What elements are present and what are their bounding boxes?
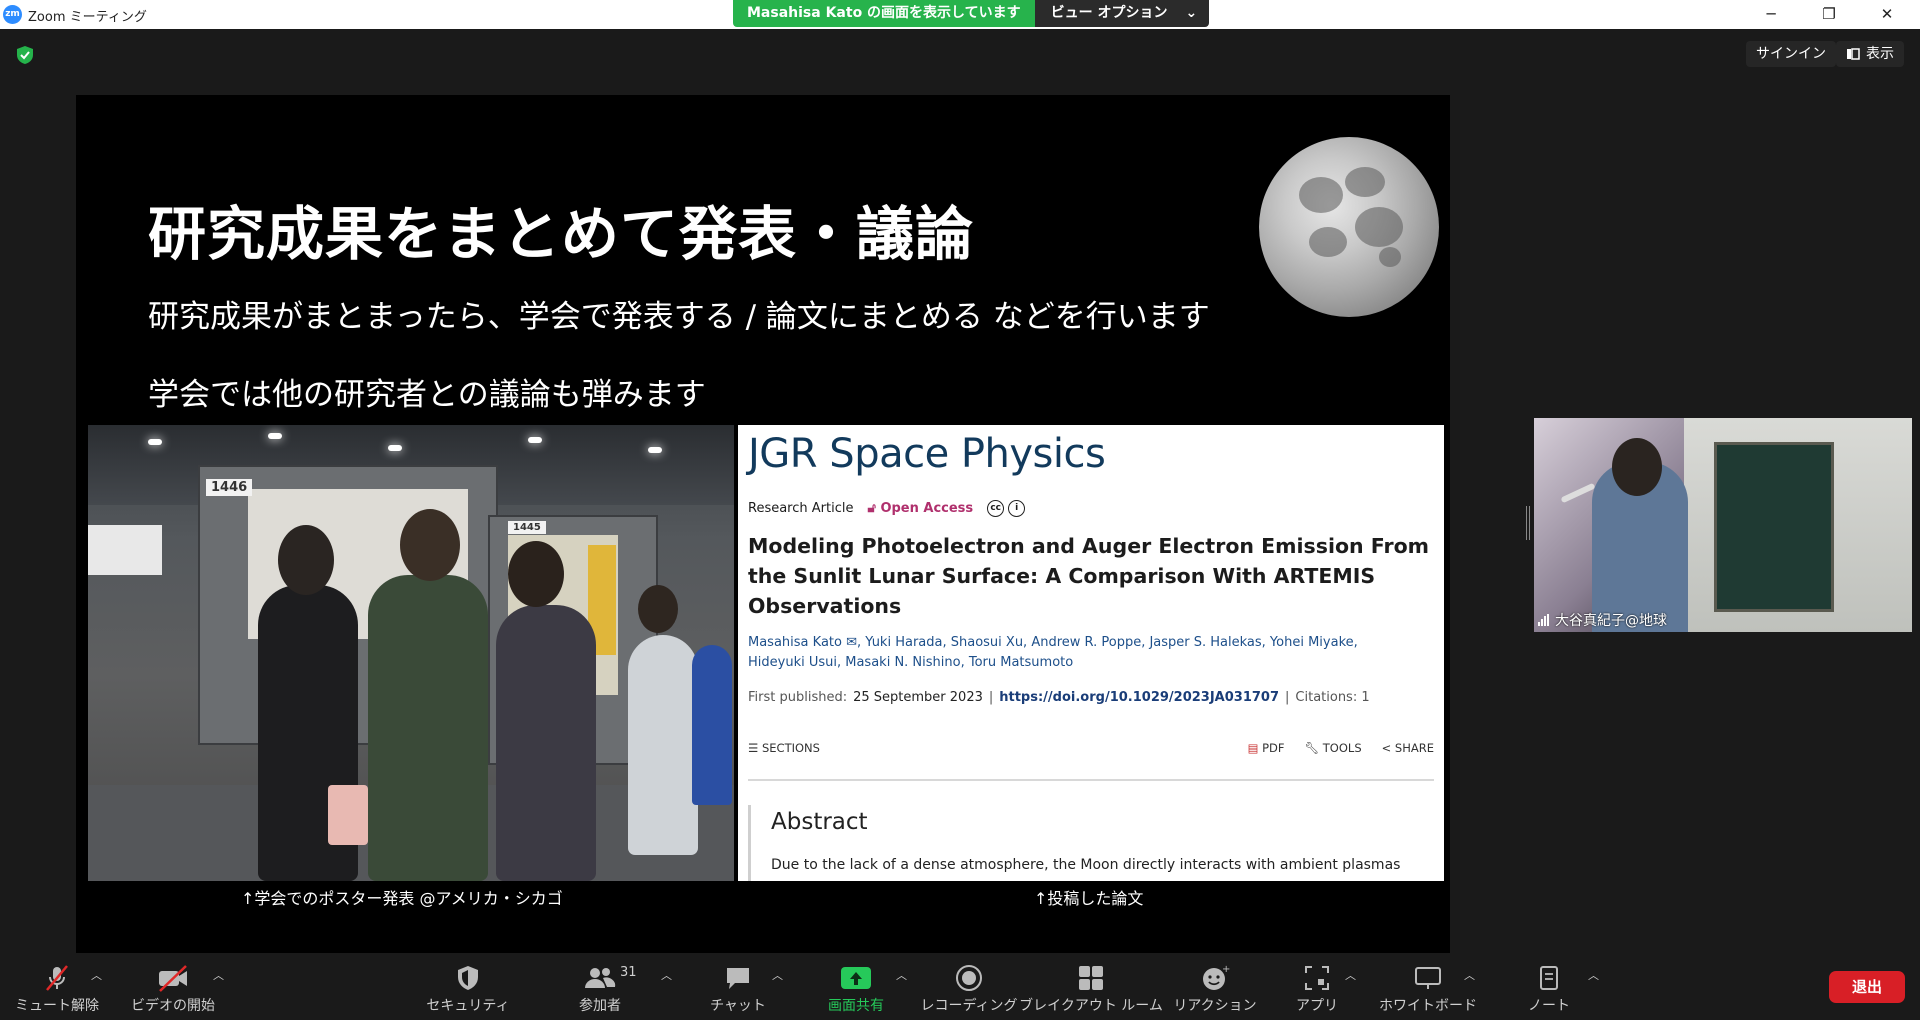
view-options-label: ビュー オプション <box>1050 5 1168 21</box>
notes-button[interactable]: ノート <box>1528 955 1570 1018</box>
panel-resize-handle[interactable] <box>1526 506 1530 540</box>
publication-info: First published: 25 September 2023 | htt… <box>748 690 1370 705</box>
screen-share-banner: Masahisa Kato の画面を表示しています ビュー オプション ⌄ <box>733 0 1210 27</box>
view-show-button[interactable]: 表示 <box>1836 41 1904 67</box>
booth-number: 1446 <box>206 479 253 496</box>
share-screen-button[interactable]: 画面共有 <box>816 955 896 1018</box>
encryption-shield-icon[interactable] <box>15 45 35 65</box>
apps-options-caret[interactable]: ︿ <box>1345 967 1356 983</box>
tools-menu: 🔧︎ TOOLS <box>1304 741 1362 755</box>
whiteboard-icon <box>1415 967 1441 989</box>
mic-muted-icon <box>46 965 68 991</box>
signin-button[interactable]: サインイン <box>1746 41 1836 67</box>
first-published-date: 25 September 2023 <box>853 690 983 705</box>
participant-count: 31 <box>620 965 637 980</box>
open-access-badge: 🔓︎ Open Access <box>867 500 974 516</box>
participants-icon <box>585 968 616 988</box>
restore-button[interactable]: ❐ <box>1801 0 1857 29</box>
breakout-rooms-button[interactable]: ブレイクアウト ルーム <box>1019 955 1163 1018</box>
photo-caption: ↑学会でのポスター発表 @アメリカ・シカゴ <box>241 889 563 908</box>
security-button[interactable]: セキュリティ <box>426 955 510 1018</box>
abstract-heading: Abstract <box>771 809 868 835</box>
share-icon: < <box>1381 741 1392 755</box>
pdf-link: ▤ PDF <box>1247 741 1285 755</box>
chat-options-caret[interactable]: ︿ <box>772 967 783 983</box>
authors-line: Masahisa Kato ✉, Yuki Harada, Shaosui Xu… <box>748 635 1358 650</box>
journal-title: JGR Space Physics <box>748 431 1106 477</box>
first-published-label: First published: <box>748 690 848 705</box>
participant-video-tile[interactable]: 大谷真紀子@地球 <box>1534 418 1912 632</box>
creative-commons-icon: cc i <box>987 499 1029 517</box>
window-title: Zoom ミーティング <box>28 10 147 25</box>
reactions-button[interactable]: + リアクション <box>1173 955 1256 1018</box>
share-screen-icon <box>841 967 871 989</box>
chat-button[interactable]: チャット <box>700 955 776 1018</box>
signal-strength-icon <box>1538 614 1549 626</box>
chevron-down-icon: ⌄ <box>1185 5 1198 21</box>
breakout-rooms-icon <box>1079 966 1103 990</box>
doi-link: https://doi.org/10.1029/2023JA031707 <box>999 690 1280 705</box>
slide-text-line: 学会では他の研究者との議論も弾みます <box>148 377 706 413</box>
citations-count: Citations: 1 <box>1295 690 1370 705</box>
lock-icon: 🔓︎ <box>867 500 876 516</box>
authors-line: Hideyuki Usui, Masaki N. Nishino, Toru M… <box>748 655 1074 670</box>
close-button[interactable]: ✕ <box>1859 0 1915 29</box>
paper-caption: ↑投稿した論文 <box>1034 889 1144 908</box>
audio-options-caret[interactable]: ︿ <box>91 967 102 983</box>
whiteboard-options-caret[interactable]: ︿ <box>1464 967 1475 983</box>
view-options-button[interactable]: ビュー オプション ⌄ <box>1034 0 1210 27</box>
moon-image <box>1259 137 1439 317</box>
whiteboard-button[interactable]: ホワイトボード <box>1379 955 1477 1018</box>
leave-meeting-button[interactable]: 退出 <box>1829 971 1905 1003</box>
share-options-caret[interactable]: ︿ <box>896 967 907 983</box>
author-list: Masahisa Kato ✉, Yuki Harada, Shaosui Xu… <box>748 633 1438 673</box>
journal-article-screenshot: JGR Space Physics Research Article 🔓︎ Op… <box>738 425 1444 881</box>
record-icon <box>956 965 982 991</box>
apps-icon <box>1305 966 1329 990</box>
sharing-status-text: Masahisa Kato の画面を表示しています <box>733 0 1035 27</box>
participant-name-tag: 大谷真紀子@地球 <box>1538 610 1667 630</box>
start-video-button[interactable]: ビデオの開始 <box>130 955 216 1018</box>
wrench-icon: 🔧︎ <box>1304 741 1320 755</box>
notes-icon <box>1540 966 1558 990</box>
svg-text:+: + <box>1222 964 1230 975</box>
booth-number: 1445 <box>508 521 546 534</box>
unmute-button[interactable]: ミュート解除 <box>15 955 99 1018</box>
participant-name: 大谷真紀子@地球 <box>1555 613 1667 629</box>
apps-button[interactable]: アプリ <box>1292 955 1342 1018</box>
view-show-label: 表示 <box>1866 46 1894 62</box>
poster-session-photo: 1446 1445 <box>88 425 734 881</box>
minimize-button[interactable]: ─ <box>1743 0 1799 29</box>
article-title: Modeling Photoelectron and Auger Electro… <box>748 534 1430 618</box>
zoom-logo-icon: zm <box>3 5 22 24</box>
chat-icon <box>727 968 749 989</box>
article-type: Research Article <box>748 500 854 516</box>
slide-title: 研究成果をまとめて発表・議論 <box>148 200 975 268</box>
video-off-icon <box>159 965 187 992</box>
slide-text-line: 研究成果がまとまったら、学会で発表する / 論文にまとめる などを行います <box>148 299 1210 335</box>
reaction-smiley-icon: + <box>1203 964 1230 990</box>
participants-options-caret[interactable]: ︿ <box>661 967 672 983</box>
shield-icon <box>458 966 478 990</box>
share-menu: < SHARE <box>1381 741 1434 755</box>
meeting-toolbar: ミュート解除 ︿ ビデオの開始 ︿ セキュリティ 参加者 31 ︿ チャット ︿ <box>0 953 1920 1020</box>
notes-options-caret[interactable]: ︿ <box>1588 967 1599 983</box>
record-button[interactable]: レコーディング <box>920 955 1018 1018</box>
abstract-text: Due to the lack of a dense atmosphere, t… <box>771 857 1401 873</box>
shared-screen: 研究成果をまとめて発表・議論 研究成果がまとまったら、学会で発表する / 論文に… <box>76 95 1450 953</box>
article-meta: Research Article 🔓︎ Open Access cc i <box>748 499 1029 517</box>
pdf-icon: ▤ <box>1247 741 1259 755</box>
article-toolbar: ☰ SECTIONS ▤ PDF 🔧︎ TOOLS < SHARE <box>748 741 1434 755</box>
layout-icon <box>1847 48 1860 60</box>
video-options-caret[interactable]: ︿ <box>213 967 224 983</box>
sections-menu: ☰ SECTIONS <box>748 741 820 755</box>
